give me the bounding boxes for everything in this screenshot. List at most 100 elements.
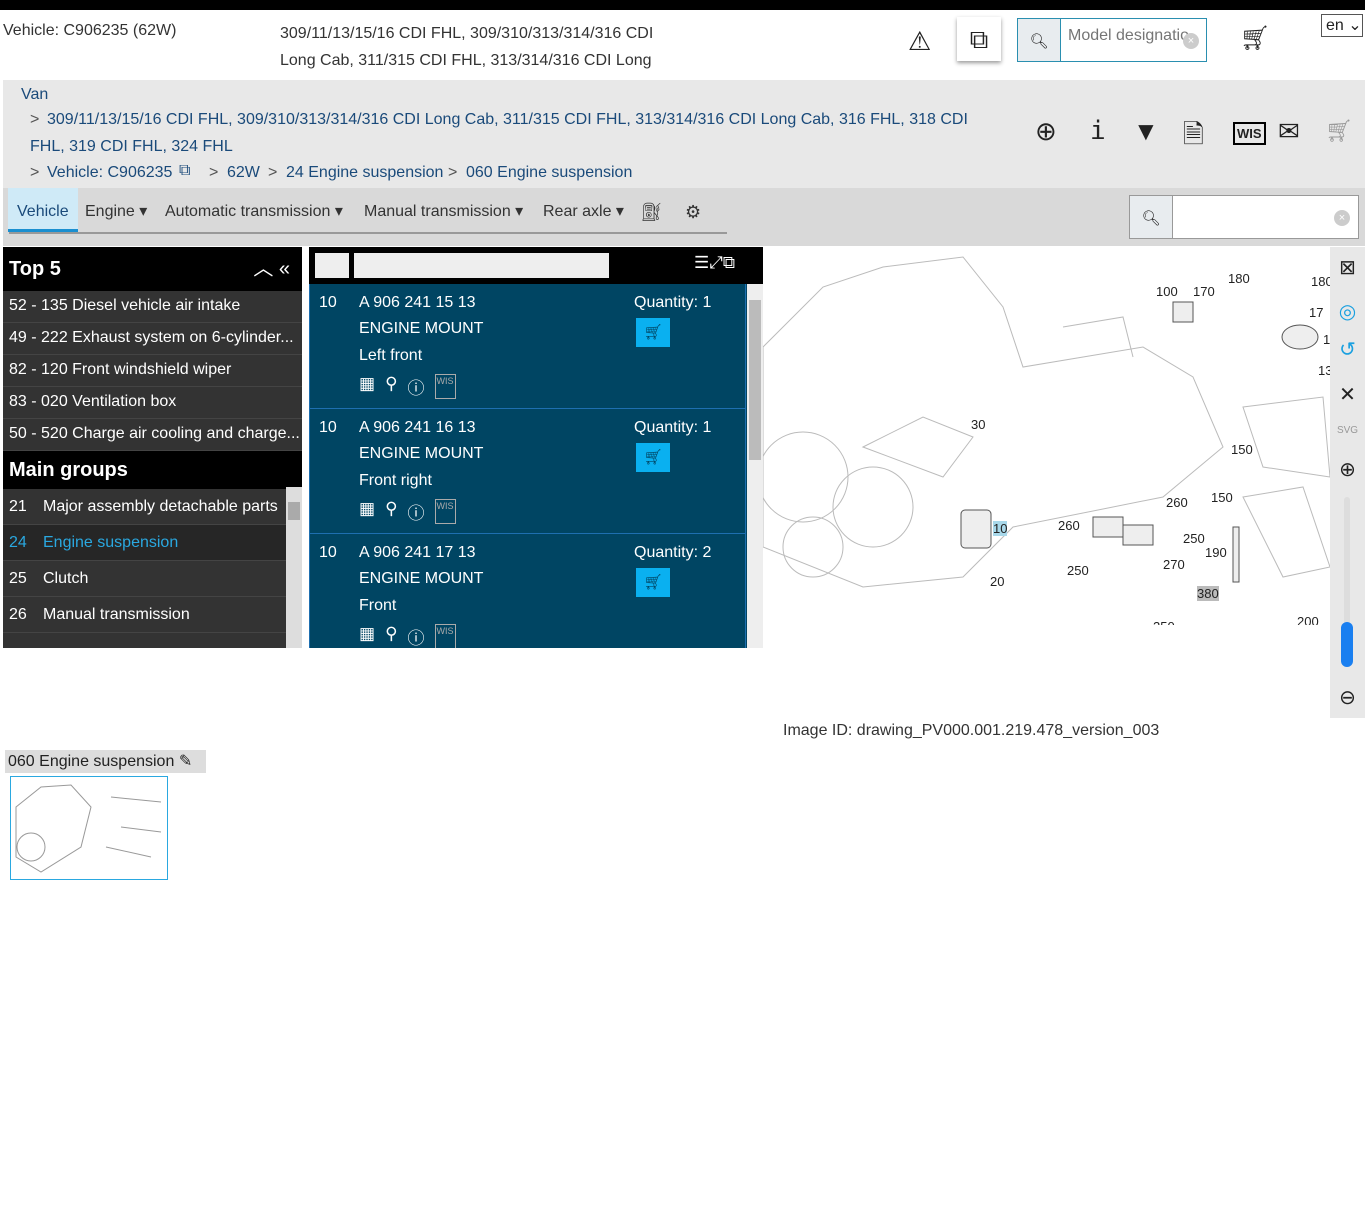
breadcrumb-code[interactable]: 62W	[227, 164, 260, 182]
info-icon[interactable]: ⓘ	[408, 624, 425, 648]
clear-icon[interactable]: ×	[1334, 210, 1350, 226]
wis-doc-icon[interactable]: WIS	[434, 624, 456, 648]
key-icon[interactable]: ⚲	[385, 374, 397, 399]
cart-icon[interactable]: 🛒︎	[1325, 118, 1353, 144]
list-view-icons[interactable]: ☰⤢⧉	[694, 253, 735, 273]
info-icon[interactable]: i	[1090, 116, 1106, 146]
breadcrumb-subgroup[interactable]: 060 Engine suspension	[466, 164, 632, 182]
diagram-label[interactable]: 150	[1231, 442, 1253, 457]
filter-input[interactable]	[315, 253, 349, 278]
zoom-in-icon[interactable]: ⊕	[1330, 457, 1365, 482]
wis-doc-icon[interactable]: WIS	[434, 374, 456, 399]
diagram-label[interactable]: 17	[1309, 305, 1323, 320]
diagram-label[interactable]: 180	[1228, 271, 1250, 286]
diagram-label[interactable]: 260	[1058, 518, 1080, 533]
target-icon[interactable]: ◎	[1330, 299, 1365, 324]
tab-rear-axle[interactable]: Rear axle ▾	[543, 188, 624, 232]
diagram-label[interactable]: 100	[1156, 284, 1178, 299]
thumbnail[interactable]	[10, 776, 168, 880]
diagram-label[interactable]: 200	[1297, 614, 1319, 625]
clear-icon[interactable]: ×	[1183, 33, 1199, 49]
diagram-label[interactable]: 190	[1205, 545, 1227, 560]
add-to-cart-button[interactable]: 🛒︎	[636, 443, 670, 472]
main-group-item[interactable]: 21 Major assembly detachable parts	[3, 489, 286, 525]
add-to-cart-button[interactable]: 🛒︎	[636, 568, 670, 597]
diagram-label[interactable]: 1	[1323, 332, 1330, 347]
close-window-icon[interactable]: ⊠	[1330, 255, 1365, 280]
key-icon[interactable]: ⚲	[385, 499, 397, 524]
diagram-label[interactable]: 260	[1166, 495, 1188, 510]
part-row[interactable]: 10 A 906 241 15 13 ENGINE MOUNT Left fro…	[309, 284, 746, 409]
key-icon[interactable]: ⚲	[385, 624, 397, 648]
collapse-icons[interactable]: ︿ «	[253, 247, 290, 291]
exploded-diagram[interactable]: 100 170 180 180 17 1 13 30 150 150 260 260 10 250 250 1…	[763, 247, 1330, 625]
unpin-icon[interactable]: ✕	[1330, 382, 1365, 407]
diagram-label[interactable]: 30	[971, 417, 985, 432]
copy-icon[interactable]: ⧉	[179, 162, 190, 180]
part-row[interactable]: 10 A 906 241 16 13 ENGINE MOUNT Front ri…	[309, 409, 746, 534]
grid-icon[interactable]: ▦	[359, 374, 375, 399]
part-number[interactable]: A 906 241 16 13	[359, 419, 476, 437]
breadcrumb-group[interactable]: 24 Engine suspension	[286, 164, 443, 182]
diagram-label[interactable]: 270	[1163, 557, 1185, 572]
tools-icon[interactable]: ⚙	[685, 188, 701, 232]
filter-icon[interactable]: ▼	[1133, 116, 1159, 147]
part-number[interactable]: A 906 241 17 13	[359, 544, 476, 562]
main-group-item[interactable]: 25 Clutch	[3, 561, 286, 597]
part-number[interactable]: A 906 241 15 13	[359, 294, 476, 312]
language-select[interactable]: en ⌄	[1321, 14, 1363, 37]
wis-doc-icon[interactable]: WIS	[434, 499, 456, 524]
info-icon[interactable]: ⓘ	[408, 499, 425, 524]
tab-vehicle[interactable]: Vehicle	[8, 188, 78, 232]
paint-icon[interactable]: ⛽︎	[640, 188, 663, 232]
top5-item[interactable]: 50 - 520 Charge air cooling and charge..…	[3, 419, 302, 451]
diagram-label[interactable]: 180	[1311, 274, 1330, 289]
info-icon[interactable]: ⓘ	[408, 374, 425, 399]
diagram-label[interactable]: 20	[990, 574, 1004, 589]
copy-icon[interactable]: ⧉	[957, 17, 1001, 61]
wis-icon[interactable]: WIS	[1233, 122, 1266, 145]
breadcrumb-root[interactable]: Van	[21, 86, 48, 104]
parts-filter-input[interactable]	[354, 253, 609, 278]
add-to-cart-icon[interactable]: 🛒︎	[1240, 24, 1270, 53]
grid-icon[interactable]: ▦	[359, 499, 375, 524]
top5-item[interactable]: 82 - 120 Front windshield wiper	[3, 355, 302, 387]
diagram-label[interactable]: 380	[1197, 586, 1219, 601]
search-icon[interactable]: 🔍︎	[1130, 196, 1173, 238]
scrollbar[interactable]	[286, 487, 302, 648]
edit-icon[interactable]: ✎	[179, 753, 192, 770]
top5-item[interactable]: 52 - 135 Diesel vehicle air intake	[3, 291, 302, 323]
tab-engine[interactable]: Engine ▾	[85, 188, 147, 232]
model-search-input[interactable]	[1068, 27, 1188, 45]
warning-icon[interactable]: ⚠	[908, 26, 931, 57]
zoom-in-icon[interactable]: ⊕	[1035, 116, 1057, 147]
grid-icon[interactable]: ▦	[359, 624, 375, 648]
search-icon[interactable]: 🔍︎	[1018, 19, 1061, 61]
mail-edit-icon[interactable]: ✉	[1278, 116, 1300, 147]
add-to-cart-button[interactable]: 🛒︎	[636, 318, 670, 347]
diagram-label[interactable]: 250	[1183, 531, 1205, 546]
parts-search-input[interactable]	[1180, 206, 1330, 221]
svg-download-icon[interactable]: SVG	[1330, 425, 1365, 436]
top5-item[interactable]: 49 - 222 Exhaust system on 6-cylinder...	[3, 323, 302, 355]
diagram-label[interactable]: 250	[1067, 563, 1089, 578]
zoom-slider[interactable]	[1341, 497, 1353, 667]
breadcrumb-model[interactable]: 309/11/13/15/16 CDI FHL, 309/310/313/314…	[47, 111, 968, 129]
diagram-label[interactable]: 10	[993, 521, 1008, 536]
diagram-label[interactable]: 150	[1211, 490, 1233, 505]
top5-item[interactable]: 83 - 020 Ventilation box	[3, 387, 302, 419]
history-icon[interactable]: ↺	[1330, 337, 1365, 362]
tab-manual-transmission[interactable]: Manual transmission ▾	[364, 188, 523, 232]
model-search[interactable]: 🔍︎ ×	[1017, 18, 1207, 62]
diagram-label[interactable]: 13	[1318, 363, 1330, 378]
parts-search[interactable]: 🔍︎ ×	[1129, 195, 1359, 239]
breadcrumb-model-cont[interactable]: FHL, 319 CDI FHL, 324 FHL	[30, 138, 233, 156]
tab-automatic-transmission[interactable]: Automatic transmission ▾	[165, 188, 343, 232]
breadcrumb-vehicle[interactable]: Vehicle: C906235	[47, 164, 172, 182]
part-row[interactable]: 10 A 906 241 17 13 ENGINE MOUNT Front Qu…	[309, 534, 746, 648]
diagram-label[interactable]: 170	[1193, 284, 1215, 299]
main-group-item-selected[interactable]: 24 Engine suspension	[3, 525, 286, 561]
diagram-label[interactable]: 250	[1153, 619, 1175, 625]
scrollbar[interactable]	[747, 284, 763, 648]
document-alert-icon[interactable]: 🗎	[1183, 116, 1204, 160]
